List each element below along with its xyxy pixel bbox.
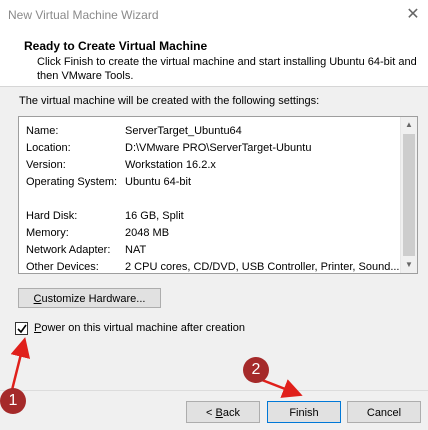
- new-vm-wizard-window: New Virtual Machine Wizard ✕ Ready to Cr…: [0, 0, 428, 430]
- vertical-scrollbar[interactable]: ▲ ▼: [400, 117, 417, 273]
- cancel-button[interactable]: Cancel: [347, 401, 421, 423]
- settings-row-memory: Memory: 2048 MB: [26, 225, 396, 242]
- settings-list: Name: ServerTarget_Ubuntu64 Location: D:\V…: [26, 123, 400, 273]
- power-on-text: ower on this virtual machine after creat…: [41, 322, 245, 334]
- scroll-up-icon[interactable]: ▲: [401, 117, 417, 133]
- settings-row-name: Name: ServerTarget_Ubuntu64: [26, 123, 396, 140]
- footer-divider: [0, 390, 428, 391]
- setting-value: Ubuntu 64-bit: [125, 176, 192, 188]
- back-button[interactable]: < Back: [186, 401, 260, 423]
- window-title: New Virtual Machine Wizard: [8, 8, 159, 22]
- setting-key: Name:: [26, 125, 59, 137]
- settings-row-location: Location: D:\VMware PRO\ServerTarget-Ubun…: [26, 140, 396, 157]
- setting-key: Hard Disk:: [26, 210, 78, 222]
- checkmark-icon: [17, 324, 27, 334]
- back-prefix: <: [206, 407, 216, 419]
- settings-summary-box[interactable]: Name: ServerTarget_Ubuntu64 Location: D:\V…: [18, 116, 418, 274]
- arrow-to-finish: [261, 378, 303, 398]
- setting-value: 16 GB, Split: [125, 210, 184, 222]
- power-on-label: Power on this virtual machine after crea…: [34, 322, 245, 334]
- settings-intro: The virtual machine will be created with…: [19, 95, 320, 107]
- setting-value: Workstation 16.2.x: [125, 159, 216, 171]
- setting-key: Version:: [26, 159, 66, 171]
- setting-value: 2 CPU cores, CD/DVD, USB Controller, Pri…: [125, 261, 400, 273]
- page-title: Ready to Create Virtual Machine: [24, 39, 208, 53]
- scroll-down-icon[interactable]: ▼: [401, 257, 417, 273]
- setting-key: Operating System:: [26, 176, 118, 188]
- annotation-marker-2: 2: [243, 357, 269, 383]
- customize-label: ustomize Hardware...: [41, 293, 146, 305]
- setting-value: 2048 MB: [125, 227, 170, 239]
- settings-row-hard-disk: Hard Disk: 16 GB, Split: [26, 208, 396, 225]
- page-description: Click Finish to create the virtual machi…: [37, 56, 417, 82]
- setting-key: Network Adapter:: [26, 244, 111, 256]
- close-icon[interactable]: ✕: [398, 0, 428, 30]
- wizard-header: Ready to Create Virtual Machine Click Fi…: [0, 30, 428, 87]
- back-hotkey: B: [215, 407, 223, 419]
- title-bar: New Virtual Machine Wizard ✕: [0, 0, 428, 30]
- setting-key: Other Devices:: [26, 261, 99, 273]
- setting-key: Location:: [26, 142, 71, 154]
- setting-value: D:\VMware PRO\ServerTarget-Ubuntu: [125, 142, 312, 154]
- annotation-marker-1: 1: [0, 388, 26, 414]
- finish-button[interactable]: Finish: [267, 401, 341, 423]
- setting-key: Memory:: [26, 227, 69, 239]
- setting-value: NAT: [125, 244, 147, 256]
- settings-row-other-devices: Other Devices: 2 CPU cores, CD/DVD, USB C…: [26, 259, 400, 273]
- settings-row-network: Network Adapter: NAT: [26, 242, 396, 259]
- power-on-checkbox[interactable]: [15, 322, 28, 335]
- setting-value: ServerTarget_Ubuntu64: [125, 125, 242, 137]
- settings-row-version: Version: Workstation 16.2.x: [26, 157, 396, 174]
- customize-hardware-button[interactable]: Customize Hardware...: [18, 288, 161, 308]
- arrow-to-checkbox: [10, 337, 31, 391]
- customize-hotkey: C: [33, 293, 42, 305]
- scrollbar-thumb[interactable]: [403, 134, 415, 256]
- back-label: ack: [222, 407, 240, 419]
- settings-row-os: Operating System: Ubuntu 64-bit: [26, 174, 396, 191]
